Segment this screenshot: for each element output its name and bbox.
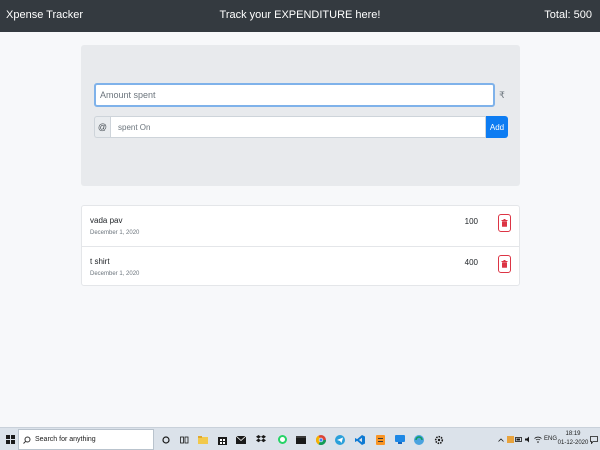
battery-icon[interactable]	[515, 428, 523, 450]
windows-taskbar: Search for anything ENG 18:19 01-12-2020	[0, 427, 600, 450]
amount-input[interactable]	[94, 83, 495, 107]
delete-button[interactable]	[498, 255, 511, 273]
wifi-icon[interactable]	[534, 428, 542, 450]
clock[interactable]: 18:19 01-12-2020	[557, 430, 589, 448]
task-view-icon[interactable]	[178, 428, 190, 450]
trash-icon	[501, 260, 508, 268]
sublime-icon[interactable]	[374, 428, 386, 450]
settings-gear-icon[interactable]	[433, 428, 445, 450]
trash-icon	[501, 219, 508, 227]
top-navbar: Xpense Tracker Track your EXPENDITURE he…	[0, 0, 600, 32]
add-button[interactable]: Add	[486, 116, 508, 138]
mail-icon[interactable]	[235, 428, 247, 450]
currency-addon: ₹	[499, 89, 505, 100]
list-item: t shirt December 1, 2020 400	[82, 246, 519, 286]
search-placeholder: Search for anything	[35, 436, 96, 443]
at-addon: @	[94, 116, 110, 138]
clock-time: 18:19	[565, 431, 581, 437]
remote-desktop-icon[interactable]	[394, 428, 406, 450]
telegram-icon[interactable]	[334, 428, 346, 450]
expense-form-panel: ₹ @ Add	[81, 45, 520, 186]
expense-list: vada pav December 1, 2020 100 t shirt De…	[81, 205, 520, 286]
store-icon[interactable]	[216, 428, 228, 450]
vscode-icon[interactable]	[354, 428, 366, 450]
windows-start-icon[interactable]	[4, 428, 16, 450]
expense-date: December 1, 2020	[90, 271, 140, 277]
file-explorer-icon[interactable]	[197, 428, 209, 450]
total-display: Total: 500	[544, 9, 592, 21]
app-tagline: Track your EXPENDITURE here!	[219, 9, 381, 21]
expense-name: vada pav	[90, 216, 123, 225]
expense-date: December 1, 2020	[90, 230, 140, 236]
expense-name: t shirt	[90, 257, 110, 266]
chevron-up-icon[interactable]	[497, 428, 505, 450]
taskbar-search-box[interactable]: Search for anything	[18, 429, 154, 450]
whatsapp-icon[interactable]	[276, 428, 288, 450]
volume-icon[interactable]	[524, 428, 532, 450]
dropbox-icon[interactable]	[255, 428, 267, 450]
expense-amount: 100	[464, 217, 478, 226]
notification-icon[interactable]	[589, 428, 599, 450]
tray-app-icon[interactable]	[506, 428, 514, 450]
terminal-icon[interactable]	[295, 428, 307, 450]
browser-icon[interactable]	[413, 428, 425, 450]
clock-date: 01-12-2020	[557, 440, 589, 446]
spent-on-input[interactable]	[110, 116, 486, 138]
expense-amount: 400	[464, 258, 478, 267]
chrome-icon[interactable]	[315, 428, 327, 450]
search-icon	[23, 436, 31, 444]
list-item: vada pav December 1, 2020 100	[82, 206, 519, 246]
language-indicator[interactable]: ENG	[544, 436, 557, 442]
delete-button[interactable]	[498, 214, 511, 232]
cortana-icon[interactable]	[160, 428, 172, 450]
